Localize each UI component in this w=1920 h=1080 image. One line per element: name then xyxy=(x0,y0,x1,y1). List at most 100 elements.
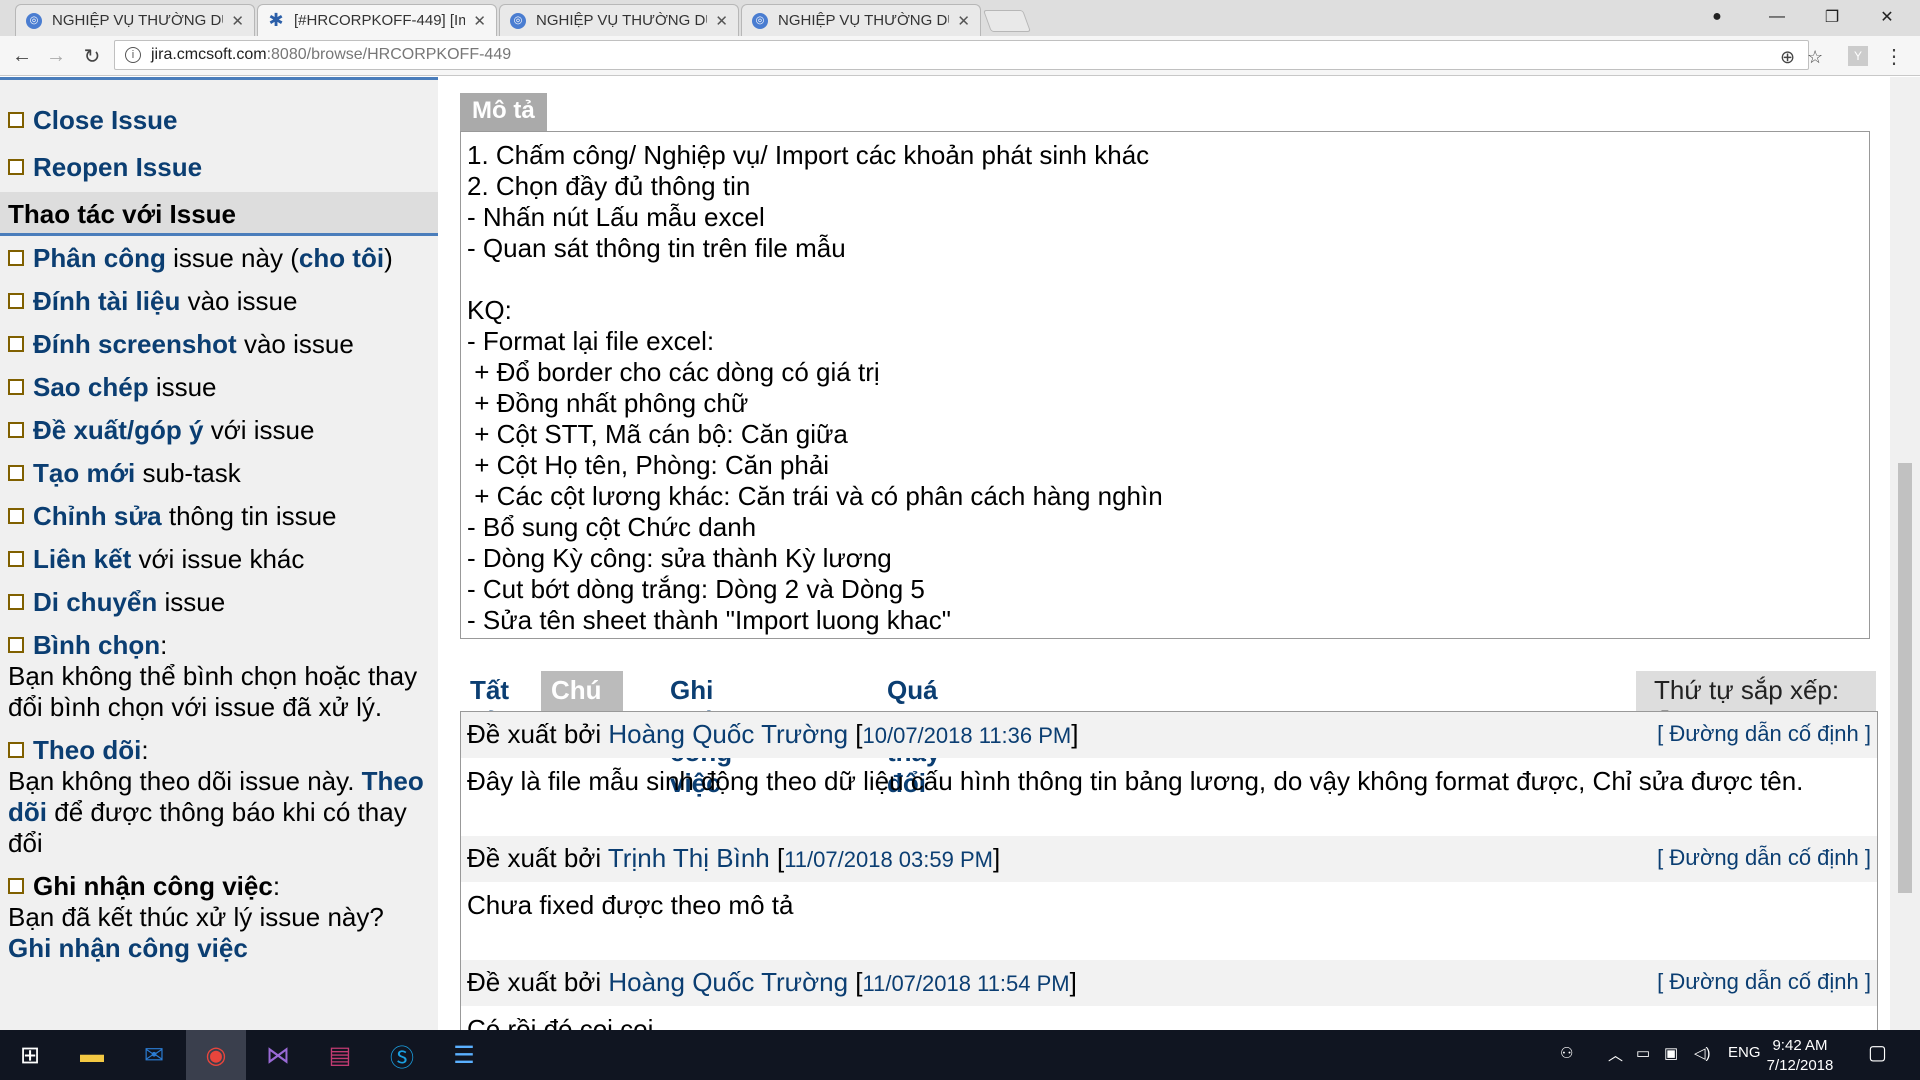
bullet-icon xyxy=(8,159,24,175)
comment-author-link[interactable]: Hoàng Quốc Trường xyxy=(608,719,848,749)
browser-tab[interactable]: ◎ NGHIỆP VỤ THƯỜNG DÙ ✕ xyxy=(499,4,739,36)
comment-author-link[interactable]: Hoàng Quốc Trường xyxy=(608,967,848,997)
comment-prefix: Đề xuất bởi xyxy=(467,843,602,873)
attach-screenshot-action[interactable]: Đính screenshot vào issue xyxy=(8,329,354,359)
globe-icon: ◎ xyxy=(26,12,42,29)
battery-icon[interactable]: ▭ xyxy=(1636,1044,1650,1062)
action-link[interactable]: Đề xuất/góp ý xyxy=(33,415,203,445)
worklog-link[interactable]: Ghi nhận công việc xyxy=(8,933,432,964)
reload-button[interactable]: ↻ xyxy=(78,42,106,70)
database-icon[interactable]: ▤ xyxy=(310,1030,370,1080)
permalink[interactable]: [ Đường dẫn cố định ] xyxy=(1657,721,1871,747)
comment-header: Đề xuất bởi Hoàng Quốc Trường [10/07/201… xyxy=(461,712,1877,758)
windows-taskbar: ⊞ ▬ ✉ ◉ ⋈ ▤ Ⓢ ☰ ⚇ ︿ ▭ ▣ ◁) ENG 9:42 AM 7/… xyxy=(0,1030,1920,1080)
permalink[interactable]: [ Đường dẫn cố định ] xyxy=(1657,845,1871,871)
permalink-label[interactable]: Đường dẫn cố định xyxy=(1669,969,1858,994)
reopen-issue-link[interactable]: Reopen Issue xyxy=(8,152,202,182)
assign-to-me-link[interactable]: cho tôi xyxy=(299,243,384,273)
url-field[interactable]: i jira.cmcsoft.com:8080/browse/HRCORPKOF… xyxy=(114,40,1823,70)
tray-chevron-icon[interactable]: ︿ xyxy=(1608,1044,1623,1065)
browser-tab[interactable]: ◎ NGHIỆP VỤ THƯỜNG DÙ ✕ xyxy=(15,4,255,36)
action-link[interactable]: Tạo mới xyxy=(33,458,135,488)
tab-all[interactable]: Tất cả xyxy=(460,671,519,736)
skype-icon[interactable]: Ⓢ xyxy=(372,1030,432,1080)
bookmark-star-icon[interactable]: ☆ xyxy=(1807,47,1823,68)
link-issue-action[interactable]: Liên kết với issue khác xyxy=(8,544,304,574)
people-icon[interactable]: ⚇ xyxy=(1560,1044,1573,1062)
action-text: sub-task xyxy=(135,458,241,488)
action-text: với issue khác xyxy=(131,544,305,574)
clone-action[interactable]: Sao chép issue xyxy=(8,372,217,402)
close-issue-link[interactable]: Close Issue xyxy=(8,105,178,135)
create-subtask-action[interactable]: Tạo mới sub-task xyxy=(8,458,241,488)
windows-start-icon[interactable]: ⊞ xyxy=(0,1030,60,1080)
action-link[interactable]: Đính screenshot xyxy=(33,329,237,359)
bullet-icon xyxy=(8,551,24,567)
scrollbar-thumb[interactable] xyxy=(1898,463,1912,893)
action-link[interactable]: Di chuyển xyxy=(33,587,157,617)
permalink[interactable]: [ Đường dẫn cố định ] xyxy=(1657,969,1871,995)
permalink-label[interactable]: Đường dẫn cố định xyxy=(1669,845,1858,870)
comment-date[interactable]: 11/07/2018 03:59 PM xyxy=(784,847,993,872)
action-link[interactable]: Sao chép xyxy=(33,372,149,402)
extension-icon[interactable]: Y xyxy=(1848,46,1868,66)
app-icon[interactable]: ☰ xyxy=(434,1030,494,1080)
bullet-icon xyxy=(8,250,24,266)
tab-history[interactable]: Quá trình thay đổi xyxy=(877,671,955,798)
network-icon[interactable]: ▣ xyxy=(1664,1044,1678,1062)
chrome-icon[interactable]: ◉ xyxy=(186,1030,246,1080)
notifications-icon[interactable]: ▢ xyxy=(1868,1040,1887,1065)
edit-action[interactable]: Chỉnh sửa thông tin issue xyxy=(8,501,337,531)
comment-prefix: Đề xuất bởi xyxy=(467,719,602,749)
worklog-text: Bạn đã kết thúc xử lý issue này? xyxy=(8,902,384,932)
profile-icon[interactable]: ● xyxy=(1695,0,1739,34)
permalink-label[interactable]: Đường dẫn cố định xyxy=(1669,721,1858,746)
action-link[interactable]: Chỉnh sửa xyxy=(33,501,162,531)
comment-prefix: Đề xuất bởi xyxy=(467,967,602,997)
minimize-button[interactable]: — xyxy=(1755,0,1799,34)
new-tab-button[interactable] xyxy=(982,10,1032,32)
sort-order-control[interactable]: Thứ tự sắp xếp: ⇩ xyxy=(1636,671,1876,736)
comment-author-link[interactable]: Trịnh Thị Bình xyxy=(608,843,770,873)
move-action[interactable]: Di chuyển issue xyxy=(8,587,225,617)
action-link[interactable]: Liên kết xyxy=(33,544,131,574)
close-window-button[interactable]: ✕ xyxy=(1865,0,1909,34)
action-link[interactable]: Đính tài liệu xyxy=(33,286,180,316)
action-text: ) xyxy=(384,243,393,273)
volume-icon[interactable]: ◁) xyxy=(1694,1044,1711,1062)
address-toolbar: ← → ↻ i jira.cmcsoft.com:8080/browse/HRC… xyxy=(0,36,1920,76)
page-scrollbar[interactable] xyxy=(1890,77,1920,1030)
assign-action[interactable]: Phân công issue này (cho tôi) xyxy=(8,243,393,273)
visual-studio-icon[interactable]: ⋈ xyxy=(248,1030,308,1080)
close-icon[interactable]: ✕ xyxy=(231,12,244,30)
outlook-icon[interactable]: ✉ xyxy=(124,1030,184,1080)
comment-date[interactable]: 11/07/2018 11:54 PM xyxy=(863,971,1070,996)
zoom-icon[interactable]: ⊕ xyxy=(1780,47,1795,68)
browser-tab-active[interactable]: ✱ [#HRCORPKOFF-449] [Im ✕ xyxy=(257,4,497,36)
info-icon[interactable]: i xyxy=(125,47,141,63)
bullet-icon xyxy=(8,336,24,352)
close-icon[interactable]: ✕ xyxy=(957,12,970,30)
comment-action[interactable]: Đề xuất/góp ý với issue xyxy=(8,415,314,445)
menu-icon[interactable]: ⋮ xyxy=(1880,42,1908,70)
back-button[interactable]: ← xyxy=(8,42,36,70)
tab-comments[interactable]: Chú thích xyxy=(541,671,624,736)
bullet-icon xyxy=(8,422,24,438)
comment-header: Đề xuất bởi Hoàng Quốc Trường [11/07/201… xyxy=(461,960,1877,1006)
comment-body: Chưa fixed được theo mô tả xyxy=(467,890,794,920)
file-explorer-icon[interactable]: ▬ xyxy=(62,1030,122,1080)
close-icon[interactable]: ✕ xyxy=(715,12,728,30)
assign-link[interactable]: Phân công xyxy=(33,243,166,273)
forward-button[interactable]: → xyxy=(42,42,70,70)
description-text: 1. Chấm công/ Nghiệp vụ/ Import các khoả… xyxy=(460,131,1870,639)
clock[interactable]: 9:42 AM 7/12/2018 xyxy=(1760,1036,1840,1076)
attach-file-action[interactable]: Đính tài liệu vào issue xyxy=(8,286,297,316)
action-text: vào issue xyxy=(180,286,298,316)
browser-tab[interactable]: ◎ NGHIỆP VỤ THƯỜNG DÙ ✕ xyxy=(741,4,981,36)
language-indicator[interactable]: ENG xyxy=(1728,1044,1761,1061)
restore-button[interactable]: ❐ xyxy=(1810,0,1854,34)
tab-worklog[interactable]: Ghi nhận công việc xyxy=(660,671,742,798)
sort-label: Thứ tự sắp xếp: xyxy=(1654,675,1840,705)
comment-date[interactable]: 10/07/2018 11:36 PM xyxy=(863,723,1072,748)
close-icon[interactable]: ✕ xyxy=(473,12,486,30)
